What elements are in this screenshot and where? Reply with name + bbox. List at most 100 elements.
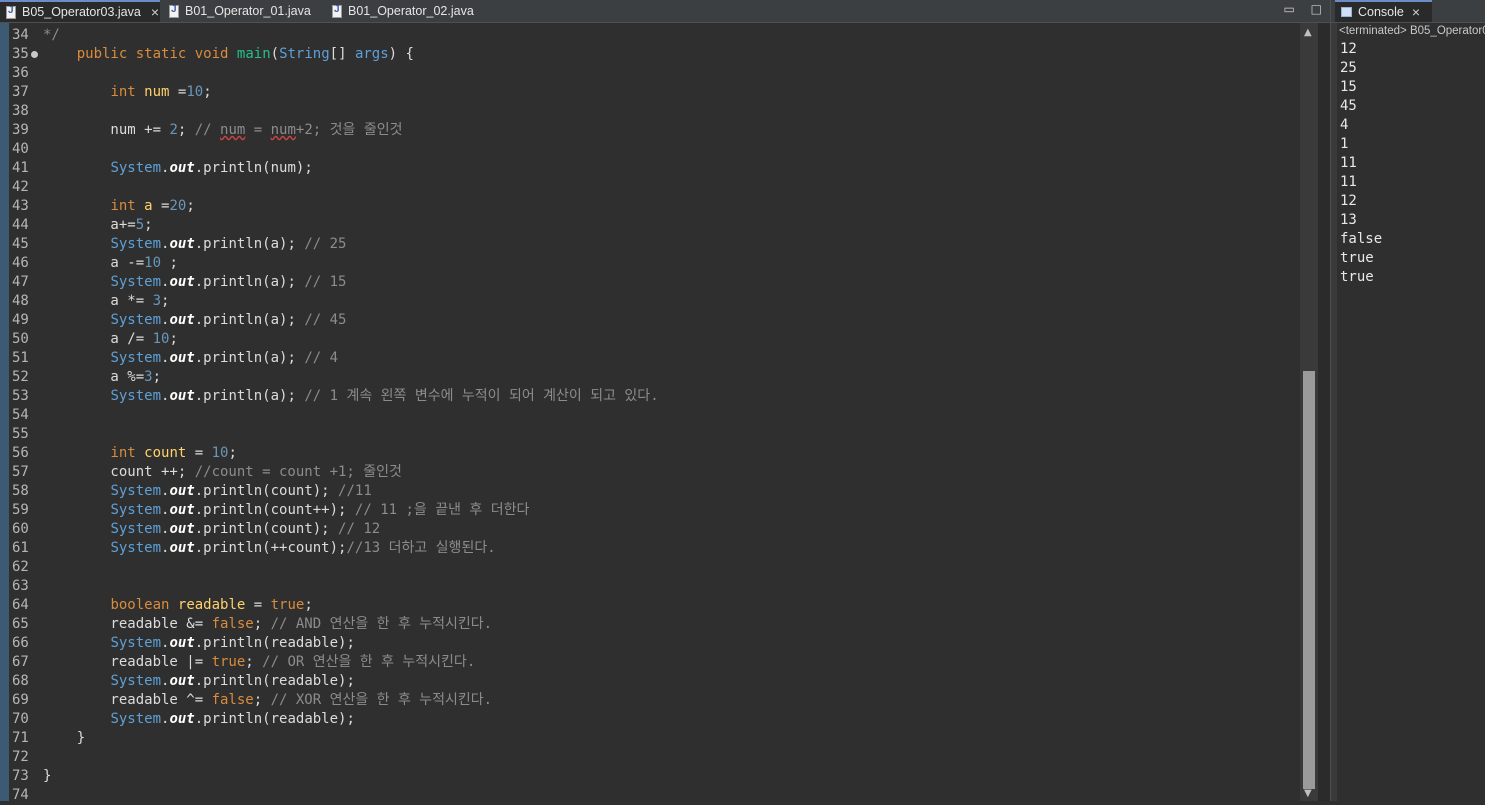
code-line[interactable]: 40 (0, 140, 1300, 159)
code-line[interactable]: 65 readable &= false; // AND 연산을 한 후 누적시… (0, 615, 1300, 634)
scrollbar-thumb[interactable] (1303, 371, 1315, 789)
code-line[interactable]: 64 boolean readable = true; (0, 596, 1300, 615)
code-line[interactable]: 39 num += 2; // num = num+2; 것을 줄인것 (0, 121, 1300, 140)
code-token: // 12 (338, 521, 381, 537)
code-line[interactable]: 42 (0, 178, 1300, 197)
code-editor[interactable]: B05_Operator03.java × B01_Operator_01.ja… (0, 0, 1330, 803)
line-number: 50 (12, 331, 29, 347)
line-number: 72 (12, 749, 29, 765)
code-line[interactable]: 60 System.out.println(count); // 12 (0, 520, 1300, 539)
code-line[interactable]: 73} (0, 767, 1300, 786)
java-file-icon (332, 4, 342, 18)
tab-console[interactable]: Console × (1335, 0, 1432, 22)
code-token: // 45 (304, 312, 347, 328)
code-line[interactable]: 49 System.out.println(a); // 45 (0, 311, 1300, 330)
code-token: public (76, 46, 128, 62)
code-token: readable ^= (43, 692, 212, 708)
line-number: 70 (12, 711, 29, 727)
code-token: .println(count); (194, 483, 339, 499)
code-line[interactable]: 51 System.out.println(a); // 4 (0, 349, 1300, 368)
code-line[interactable]: 69 readable ^= false; // XOR 연산을 한 후 누적시… (0, 691, 1300, 710)
code-text: } (43, 729, 85, 748)
code-token: // (194, 122, 221, 138)
code-line[interactable]: 56 int count = 10; (0, 444, 1300, 463)
code-line[interactable]: 37 int num =10; (0, 83, 1300, 102)
code-line[interactable]: 61 System.out.println(++count);//13 더하고 … (0, 539, 1300, 558)
code-token: ; (152, 369, 162, 385)
line-number: 44 (12, 217, 29, 233)
scroll-up-icon[interactable]: ▲ (1304, 27, 1312, 38)
code-line[interactable]: 59 System.out.println(count++); // 11 ;을… (0, 501, 1300, 520)
code-line[interactable]: 71 } (0, 729, 1300, 748)
code-token: .println(readable); (194, 673, 355, 689)
code-token: readable &= (43, 616, 212, 632)
code-token: ; (169, 331, 178, 347)
code-area[interactable]: 34 */35 public static void main(String[] … (0, 26, 1300, 805)
tab-b05-operator03[interactable]: B05_Operator03.java × (0, 0, 160, 22)
code-token: 3 (152, 293, 162, 309)
code-text: readable |= true; // OR 연산을 한 후 누적시킨다. (43, 653, 475, 672)
console-view[interactable]: Console × <terminated> B05_Operator03 12… (1330, 0, 1485, 801)
minimize-icon[interactable]: ▭ (1283, 2, 1294, 16)
vertical-scrollbar[interactable]: ▲ ▼ (1300, 23, 1318, 801)
code-line[interactable]: 44 a+=5; (0, 216, 1300, 235)
maximize-icon[interactable]: □ (1311, 2, 1322, 16)
code-token: .println(readable); (194, 635, 355, 651)
scroll-down-icon[interactable]: ▼ (1304, 788, 1312, 799)
code-line[interactable]: 67 readable |= true; // OR 연산을 한 후 누적시킨다… (0, 653, 1300, 672)
code-token: int (110, 84, 136, 100)
code-line[interactable]: 72 (0, 748, 1300, 767)
code-token: args (354, 46, 389, 62)
code-line[interactable]: 58 System.out.println(count); //11 (0, 482, 1300, 501)
code-token: ; (253, 692, 271, 708)
code-line[interactable]: 62 (0, 558, 1300, 577)
code-line[interactable]: 41 System.out.println(num); (0, 159, 1300, 178)
code-line[interactable]: 43 int a =20; (0, 197, 1300, 216)
code-token: ; (253, 616, 271, 632)
fold-marker-icon[interactable] (31, 51, 38, 58)
code-text: a -=10 ; (43, 254, 177, 273)
code-line[interactable]: 53 System.out.println(a); // 1 계속 왼쪽 변수에… (0, 387, 1300, 406)
close-icon[interactable]: × (1412, 4, 1420, 20)
line-number: 40 (12, 141, 29, 157)
pane-splitter[interactable] (1318, 23, 1330, 801)
tab-b01-operator-01[interactable]: B01_Operator_01.java (163, 0, 323, 22)
code-text: readable &= false; // AND 연산을 한 후 누적시킨다. (43, 615, 492, 634)
code-text: } (43, 767, 51, 786)
code-line[interactable]: 35 public static void main(String[] args… (0, 45, 1300, 64)
code-line[interactable]: 34 */ (0, 26, 1300, 45)
tab-b01-operator-02[interactable]: B01_Operator_02.java (326, 0, 486, 22)
code-line[interactable]: 36 (0, 64, 1300, 83)
code-line[interactable]: 70 System.out.println(readable); (0, 710, 1300, 729)
code-line[interactable]: 74 (0, 786, 1300, 805)
code-line[interactable]: 48 a *= 3; (0, 292, 1300, 311)
code-line[interactable]: 66 System.out.println(readable); (0, 634, 1300, 653)
console-output-line: 11 (1340, 174, 1357, 190)
code-token: int (110, 198, 136, 214)
code-token: System (110, 312, 162, 328)
line-number: 60 (12, 521, 29, 537)
code-line[interactable]: 55 (0, 425, 1300, 444)
code-line[interactable]: 68 System.out.println(readable); (0, 672, 1300, 691)
code-line[interactable]: 54 (0, 406, 1300, 425)
code-line[interactable]: 63 (0, 577, 1300, 596)
console-border (1331, 23, 1337, 801)
code-line[interactable]: 45 System.out.println(a); // 25 (0, 235, 1300, 254)
code-line[interactable]: 52 a %=3; (0, 368, 1300, 387)
code-line[interactable]: 38 (0, 102, 1300, 121)
code-token: false (211, 692, 254, 708)
code-line[interactable]: 50 a /= 10; (0, 330, 1300, 349)
code-line[interactable]: 46 a -=10 ; (0, 254, 1300, 273)
code-token: out (169, 312, 195, 328)
console-status: <terminated> B05_Operator03 (1339, 25, 1485, 37)
close-icon[interactable]: × (151, 4, 159, 20)
code-token: out (169, 711, 195, 727)
code-text: num += 2; // num = num+2; 것을 줄인것 (43, 121, 402, 140)
code-token: out (169, 540, 195, 556)
code-line[interactable]: 57 count ++; //count = count +1; 줄인것 (0, 463, 1300, 482)
code-line[interactable]: 47 System.out.println(a); // 15 (0, 273, 1300, 292)
code-token: a %= (43, 369, 145, 385)
